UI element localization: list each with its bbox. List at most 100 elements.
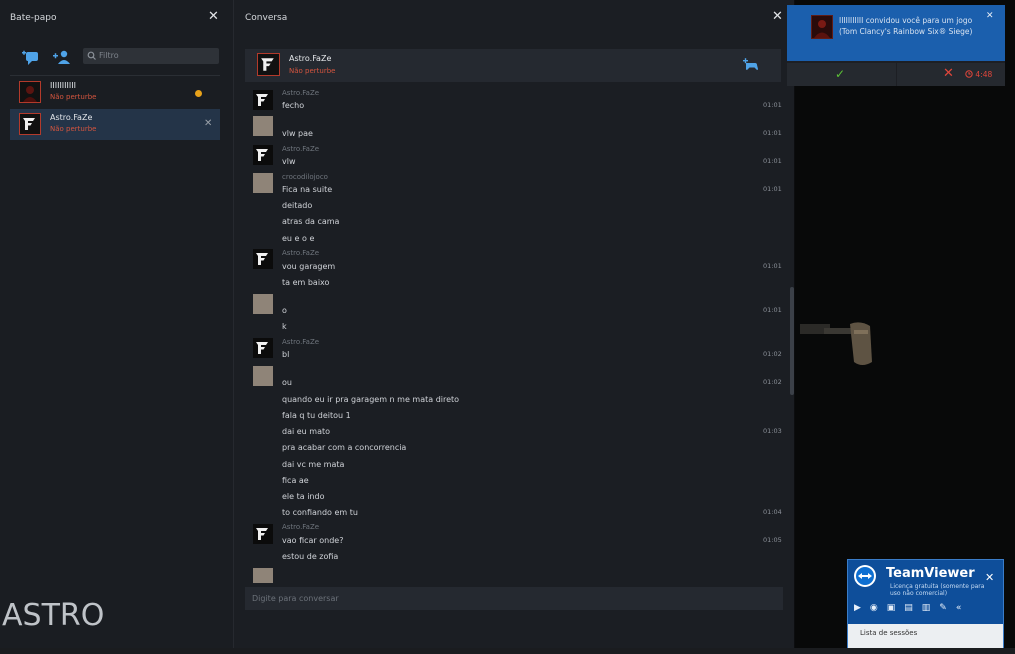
message-text: vlw pae: [282, 129, 313, 138]
message-time: 01:05: [763, 536, 782, 544]
filter-placeholder: Filtro: [99, 51, 119, 60]
message-time: 01:04: [763, 508, 782, 516]
message-text: deitado: [282, 201, 313, 210]
filter-input[interactable]: Filtro: [83, 48, 219, 64]
chat-list-title: Bate-papo: [10, 13, 57, 23]
divider: [10, 75, 220, 76]
message-text: fica ae: [282, 476, 309, 485]
message-time: 01:01: [763, 185, 782, 193]
close-contact-icon[interactable]: ✕: [204, 118, 212, 129]
message-input[interactable]: Digite para conversar: [245, 587, 783, 610]
conversation-panel: Conversa ✕ Astro.FaZe Não perturbe Astro…: [234, 0, 794, 654]
conversation-header: Astro.FaZe Não perturbe: [245, 49, 781, 82]
search-icon: [87, 51, 96, 60]
header-status: Não perturbe: [289, 67, 336, 75]
chat-list-panel: Bate-papo ✕ Filtro IIIIIIIIIII Não pertu…: [0, 0, 234, 654]
header-name: Astro.FaZe: [289, 54, 332, 63]
avatar: [253, 173, 273, 193]
message-sender: Astro.FaZe: [282, 249, 320, 257]
decline-icon: ✕: [943, 66, 954, 81]
message-time: 01:02: [763, 350, 782, 358]
close-chat-list-icon[interactable]: ✕: [208, 10, 219, 23]
message-text: vlw: [282, 157, 296, 166]
invite-icon[interactable]: [743, 58, 759, 72]
conversation-title: Conversa: [245, 13, 288, 23]
add-chat-icon[interactable]: [22, 49, 42, 65]
message-text: pra acabar com a concorrencia: [282, 443, 407, 452]
invite-timer-value: 4:48: [975, 70, 993, 79]
contact-name: IIIIIIIIIII: [50, 81, 76, 90]
taskbar-strip: [0, 648, 1015, 654]
teamviewer-popup: TeamViewer Licença gratuita (somente par…: [847, 559, 1004, 654]
avatar: [19, 81, 41, 103]
message-text: fecho: [282, 101, 305, 110]
contact-status: Não perturbe: [50, 93, 97, 101]
check-icon: ✓: [835, 67, 846, 81]
game-weapon-image: [800, 322, 872, 365]
message-text: atras da cama: [282, 217, 340, 226]
contact-item[interactable]: IIIIIIIIIII Não perturbe: [10, 77, 220, 108]
message-text: ele ta indo: [282, 492, 325, 501]
message-sender: Astro.FaZe: [282, 145, 320, 153]
message-text: estou de zofia: [282, 552, 339, 561]
game-invite-notification: IIIIIIIIIII convidou você para um jogo (…: [787, 5, 1005, 86]
close-conversation-icon[interactable]: ✕: [772, 10, 783, 23]
contact-status: Não perturbe: [50, 125, 97, 133]
message-text: to confiando em tu: [282, 508, 358, 517]
teamviewer-toolbar[interactable]: ▶◉▣▤▥✎«: [854, 603, 970, 613]
invite-timer: 4:48: [965, 70, 992, 79]
message-time: 01:03: [763, 427, 782, 435]
teamviewer-name: TeamViewer: [886, 566, 975, 581]
message-text: bl: [282, 350, 290, 359]
contact-name: Astro.FaZe: [50, 113, 93, 122]
message-text: quando eu ir pra garagem n me mata diret…: [282, 395, 460, 404]
message-text: o: [282, 306, 287, 315]
contact-item-selected[interactable]: Astro.FaZe Não perturbe ✕: [10, 109, 220, 140]
message-time: 01:02: [763, 378, 782, 386]
avatar: [253, 116, 273, 136]
message-time: 01:01: [763, 262, 782, 270]
teamviewer-license: Licença gratuita (somente para uso não c…: [890, 583, 985, 597]
sessions-label: Lista de sessões: [860, 629, 918, 637]
message-time: 01:01: [763, 101, 782, 109]
scrollbar[interactable]: [790, 287, 794, 395]
clock-icon: [965, 70, 973, 78]
message-text: vao ficar onde?: [282, 536, 344, 545]
message-sender: Astro.FaZe: [282, 338, 320, 346]
message-text: dai vc me mata: [282, 460, 345, 469]
close-notification-icon[interactable]: ✕: [986, 11, 994, 21]
decline-invite-button[interactable]: ✕ 4:48: [897, 63, 1005, 86]
message-list: Astro.FaZe fecho 01:01 vlw pae 01:01 Ast…: [234, 85, 794, 583]
message-time: 01:01: [763, 306, 782, 314]
message-text: eu e o e: [282, 234, 315, 243]
avatar: [257, 53, 280, 76]
avatar: [253, 90, 273, 110]
avatar: [253, 366, 273, 386]
unread-badge: [195, 90, 202, 97]
message-text: k: [282, 322, 287, 331]
overlay-logo: ASTRO: [2, 598, 105, 633]
message-text: dai eu mato: [282, 427, 331, 436]
avatar: [253, 338, 273, 358]
message-sender: crocodilojoco: [282, 173, 328, 181]
notification-text: IIIIIIIIIII convidou você para um jogo (…: [839, 16, 973, 36]
message-time: 01:01: [763, 157, 782, 165]
avatar: [253, 249, 273, 269]
message-sender: Astro.FaZe: [282, 523, 320, 531]
avatar: [811, 15, 833, 39]
message-text: ta em baixo: [282, 278, 330, 287]
message-text: vou garagem: [282, 262, 336, 271]
add-friend-icon[interactable]: [52, 49, 72, 65]
avatar: [253, 568, 273, 583]
teamviewer-logo-icon: [854, 565, 876, 587]
avatar: [253, 294, 273, 314]
message-time: 01:01: [763, 129, 782, 137]
accept-invite-button[interactable]: ✓: [787, 63, 896, 86]
avatar: [253, 524, 273, 544]
avatar: [253, 145, 273, 165]
notification-body: IIIIIIIIIII convidou você para um jogo (…: [787, 5, 1005, 61]
message-sender: Astro.FaZe: [282, 89, 320, 97]
message-text: Fica na suite: [282, 185, 333, 194]
close-teamviewer-icon[interactable]: ✕: [985, 571, 994, 584]
avatar: [19, 113, 41, 135]
